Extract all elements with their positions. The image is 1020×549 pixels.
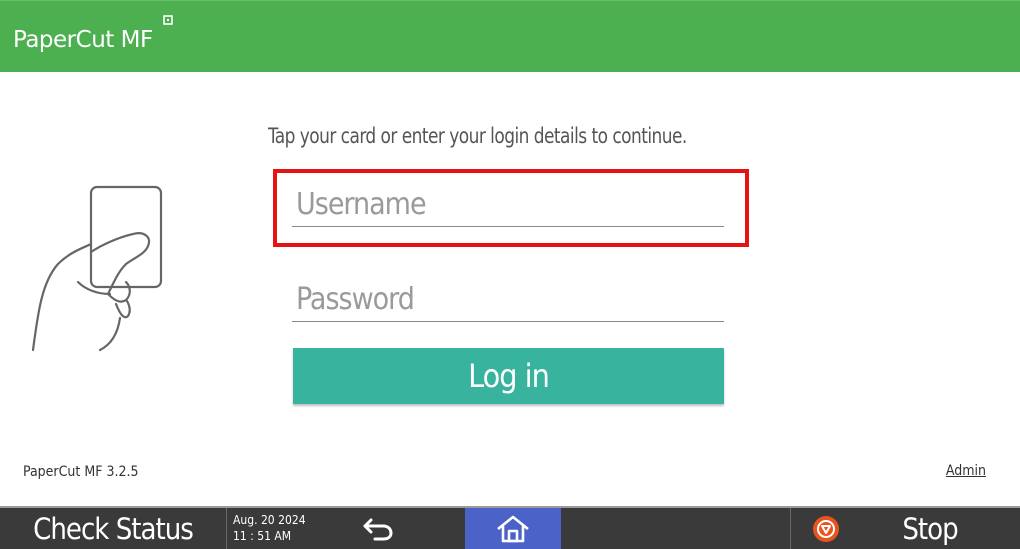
back-button[interactable] xyxy=(350,508,406,549)
login-prompt: Tap your card or enter your login detail… xyxy=(268,124,687,148)
header-bar: PaperCut MF xyxy=(0,0,1020,72)
username-input[interactable] xyxy=(292,182,724,226)
version-label: PaperCut MF 3.2.5 xyxy=(23,464,139,480)
back-arrow-icon xyxy=(363,518,393,540)
check-status-button[interactable]: Check Status xyxy=(0,508,226,549)
password-input[interactable] xyxy=(292,277,724,321)
device-bottom-bar: Check Status Aug. 20 2024 11 : 51 AM Sto… xyxy=(0,506,1020,549)
home-button[interactable] xyxy=(465,508,561,549)
brand-logo: PaperCut MF xyxy=(13,27,153,53)
login-screen: PaperCut MF Tap your card or enter your … xyxy=(0,0,1020,549)
stop-icon[interactable] xyxy=(812,515,840,543)
stop-button[interactable]: Stop xyxy=(880,508,980,549)
admin-link[interactable]: Admin xyxy=(946,463,986,479)
home-icon xyxy=(497,515,529,542)
hand-holding-card-icon xyxy=(31,185,163,352)
divider xyxy=(790,508,791,549)
divider xyxy=(226,508,227,549)
date-label: Aug. 20 2024 xyxy=(233,513,306,527)
logo-mark-icon xyxy=(163,15,173,25)
login-button[interactable]: Log in xyxy=(293,348,724,404)
date-time-display: Aug. 20 2024 11 : 51 AM xyxy=(233,512,306,544)
password-field[interactable] xyxy=(292,277,724,322)
time-label: 11 : 51 AM xyxy=(233,529,292,543)
username-field[interactable] xyxy=(292,182,724,227)
